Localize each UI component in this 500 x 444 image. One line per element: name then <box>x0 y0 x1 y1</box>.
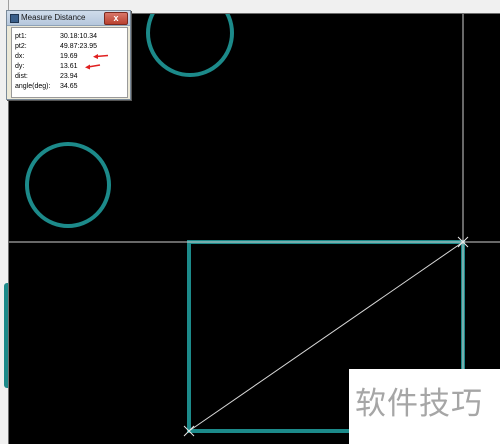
angle-value: 34.65 <box>60 83 78 90</box>
row-dx: dx: 19.69 <box>15 52 125 61</box>
angle-label: angle(deg): <box>15 83 51 90</box>
circle-left[interactable] <box>25 142 111 228</box>
pt1-value: 30.18:10.34 <box>60 33 97 40</box>
pt1-label: pt1: <box>15 33 27 40</box>
dy-label: dy: <box>15 63 25 70</box>
pt2-label: pt2: <box>15 43 27 50</box>
watermark: 软件技巧 <box>349 369 500 444</box>
row-pt1: pt1: 30.18:10.34 <box>15 32 125 41</box>
row-angle: angle(deg): 34.65 <box>15 82 125 91</box>
red-arrow-icon <box>85 64 101 70</box>
dialog-title: Measure Distance <box>21 13 86 22</box>
row-pt2: pt2: 49.87:23.95 <box>15 42 125 51</box>
dy-value: 13.61 <box>60 63 78 70</box>
window-app-icon <box>10 14 19 23</box>
measure-distance-dialog[interactable]: Measure Distance x pt1: 30.18:10.34 pt2:… <box>6 10 131 100</box>
red-arrow-icon <box>93 54 109 59</box>
app-window: Measure Distance x pt1: 30.18:10.34 pt2:… <box>0 0 500 444</box>
dist-value: 23.94 <box>60 73 78 80</box>
close-button[interactable]: x <box>104 12 128 25</box>
row-dy: dy: 13.61 <box>15 62 125 71</box>
dialog-titlebar[interactable]: Measure Distance x <box>7 11 130 26</box>
circle-top[interactable] <box>146 14 234 77</box>
pt2-value: 49.87:23.95 <box>60 43 97 50</box>
row-dist: dist: 23.94 <box>15 72 125 81</box>
dist-label: dist: <box>15 73 28 80</box>
measurement-readout: pt1: 30.18:10.34 pt2: 49.87:23.95 dx: 19… <box>11 27 128 98</box>
dx-label: dx: <box>15 53 25 60</box>
watermark-text: 软件技巧 <box>355 386 483 422</box>
dx-value: 19.69 <box>60 53 78 60</box>
